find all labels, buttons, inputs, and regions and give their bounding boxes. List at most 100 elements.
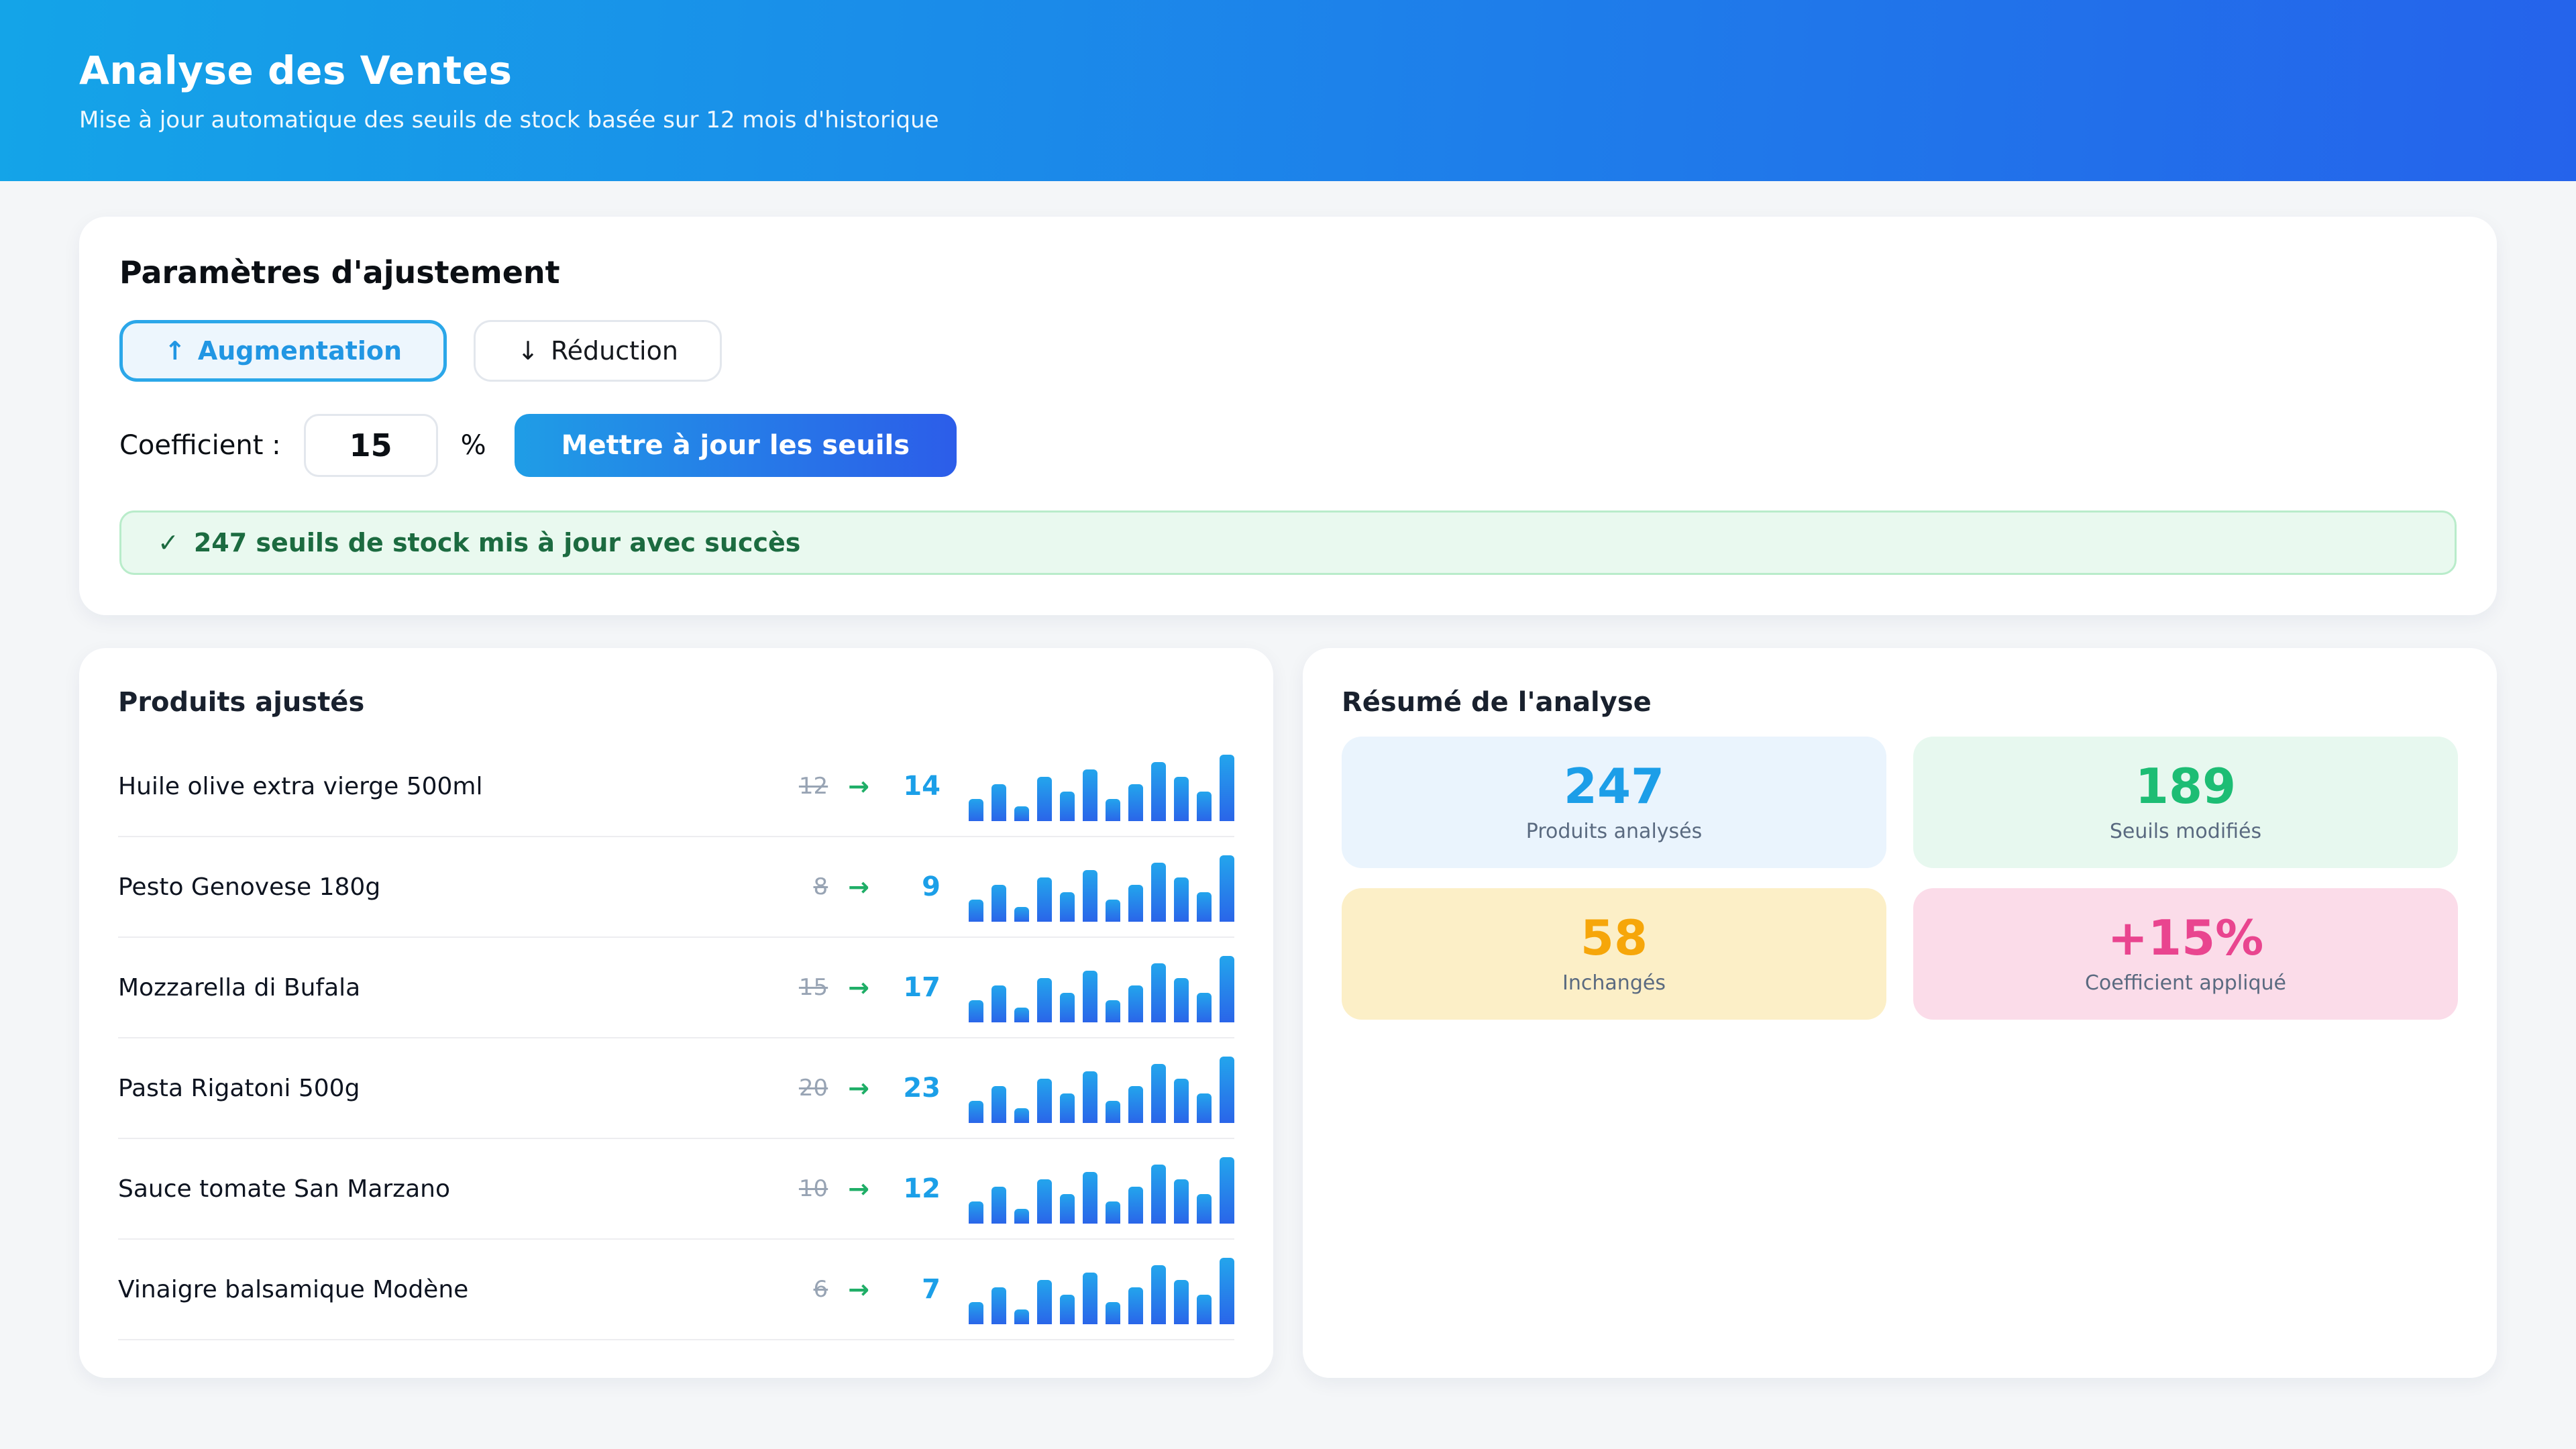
stat-products-analyzed: 247 Produits analysés <box>1342 737 1886 868</box>
products-heading: Produits ajustés <box>118 687 1234 718</box>
adjustment-parameters-card: Paramètres d'ajustement ↑ Augmentation ↓… <box>79 217 2497 615</box>
stat-unchanged: 58 Inchangés <box>1342 888 1886 1020</box>
parameters-heading: Paramètres d'ajustement <box>119 254 2457 290</box>
success-message: ✓ 247 seuils de stock mis à jour avec su… <box>119 511 2457 575</box>
sparkline-bar <box>1220 1057 1234 1123</box>
sparkline-bar <box>1197 892 1212 922</box>
product-name: Huile olive extra vierge 500ml <box>118 773 778 800</box>
sparkline-bar <box>969 799 983 821</box>
sparkline-bar <box>1151 1165 1166 1224</box>
sparkline-bar <box>1220 1258 1234 1324</box>
new-threshold: 14 <box>890 771 941 802</box>
old-threshold: 10 <box>778 1175 828 1202</box>
analysis-summary-card: Résumé de l'analyse 247 Produits analysé… <box>1303 648 2497 1378</box>
sparkline-bar <box>1151 762 1166 821</box>
sparkline-bar <box>1060 892 1075 922</box>
old-threshold: 8 <box>778 873 828 900</box>
sparkline-bar <box>1106 799 1120 821</box>
old-threshold: 15 <box>778 974 828 1001</box>
reduction-label: Réduction <box>551 336 678 366</box>
sparkline-bar <box>1014 1008 1029 1022</box>
reduction-button[interactable]: ↓ Réduction <box>474 320 722 382</box>
mode-toggle-group: ↑ Augmentation ↓ Réduction <box>119 320 2457 382</box>
sales-history-sparkline <box>969 1154 1234 1224</box>
sparkline-bar <box>1106 1101 1120 1123</box>
sparkline-bar <box>1060 1295 1075 1324</box>
arrow-right-icon: → <box>848 1174 869 1203</box>
stat-value: 58 <box>1580 914 1648 962</box>
page-header: Analyse des Ventes Mise à jour automatiq… <box>0 0 2576 181</box>
stat-value: 247 <box>1564 762 1664 810</box>
sparkline-bar <box>969 1201 983 1224</box>
sparkline-bar <box>1174 978 1189 1022</box>
stat-label: Seuils modifiés <box>2110 820 2261 843</box>
check-icon: ✓ <box>158 528 179 557</box>
sparkline-bar <box>1220 755 1234 821</box>
page-title: Analyse des Ventes <box>79 48 2497 93</box>
sparkline-bar <box>1060 1194 1075 1224</box>
sales-history-sparkline <box>969 953 1234 1022</box>
sparkline-bar <box>1083 870 1097 922</box>
arrow-right-icon: → <box>848 1275 869 1304</box>
product-name: Vinaigre balsamique Modène <box>118 1276 778 1303</box>
sparkline-bar <box>1060 1093 1075 1123</box>
stat-value: 189 <box>2135 762 2236 810</box>
sparkline-bar <box>1220 855 1234 922</box>
sparkline-bar <box>1174 1079 1189 1123</box>
sparkline-bar <box>1220 1157 1234 1224</box>
sparkline-bar <box>1197 1194 1212 1224</box>
sparkline-bar <box>1174 877 1189 922</box>
old-threshold: 6 <box>778 1276 828 1303</box>
new-threshold: 17 <box>890 972 941 1003</box>
sales-history-sparkline <box>969 852 1234 922</box>
sparkline-bar <box>1083 769 1097 821</box>
sales-history-sparkline <box>969 751 1234 821</box>
sparkline-bar <box>1037 978 1052 1022</box>
sparkline-bar <box>1106 1302 1120 1324</box>
product-row: Pasta Rigatoni 500g 20 → 23 <box>118 1038 1234 1139</box>
sparkline-bar <box>1037 1280 1052 1324</box>
sparkline-bar <box>1174 1280 1189 1324</box>
sparkline-bar <box>991 985 1006 1022</box>
stat-label: Produits analysés <box>1526 820 1703 843</box>
coefficient-row: Coefficient : % Mettre à jour les seuils <box>119 414 2457 477</box>
coefficient-input[interactable] <box>304 414 438 477</box>
update-thresholds-button[interactable]: Mettre à jour les seuils <box>515 414 957 477</box>
percent-sign: % <box>461 430 486 461</box>
sparkline-bar <box>1197 1295 1212 1324</box>
main-content: Paramètres d'ajustement ↑ Augmentation ↓… <box>0 181 2576 1378</box>
old-threshold: 20 <box>778 1075 828 1102</box>
stat-label: Coefficient appliqué <box>2085 971 2286 995</box>
stats-grid: 247 Produits analysés 189 Seuils modifié… <box>1342 737 2458 1020</box>
arrow-down-icon: ↓ <box>517 336 539 366</box>
sparkline-bar <box>1014 907 1029 922</box>
sparkline-bar <box>969 900 983 922</box>
stat-value: +15% <box>2108 914 2264 962</box>
sparkline-bar <box>991 1287 1006 1324</box>
sparkline-bar <box>1174 777 1189 821</box>
product-row: Pesto Genovese 180g 8 → 9 <box>118 837 1234 938</box>
sparkline-bar <box>1128 1287 1143 1324</box>
arrow-right-icon: → <box>848 973 869 1002</box>
sparkline-bar <box>1197 792 1212 821</box>
stat-thresholds-modified: 189 Seuils modifiés <box>1913 737 2458 868</box>
new-threshold: 7 <box>890 1274 941 1305</box>
sparkline-bar <box>1174 1179 1189 1224</box>
adjusted-products-card: Produits ajustés Huile olive extra vierg… <box>79 648 1273 1378</box>
new-threshold: 12 <box>890 1173 941 1204</box>
sparkline-bar <box>1151 963 1166 1022</box>
sparkline-bar <box>1037 877 1052 922</box>
sales-history-sparkline <box>969 1254 1234 1324</box>
sparkline-bar <box>1037 1079 1052 1123</box>
sparkline-bar <box>969 1000 983 1022</box>
product-name: Mozzarella di Bufala <box>118 974 778 1002</box>
arrow-right-icon: → <box>848 771 869 801</box>
augmentation-button[interactable]: ↑ Augmentation <box>119 320 447 382</box>
sparkline-bar <box>1060 993 1075 1022</box>
sparkline-bar <box>991 1086 1006 1123</box>
sparkline-bar <box>1014 1309 1029 1324</box>
new-threshold: 9 <box>890 871 941 902</box>
new-threshold: 23 <box>890 1073 941 1104</box>
page-subtitle: Mise à jour automatique des seuils de st… <box>79 107 2497 133</box>
sparkline-bar <box>1037 777 1052 821</box>
